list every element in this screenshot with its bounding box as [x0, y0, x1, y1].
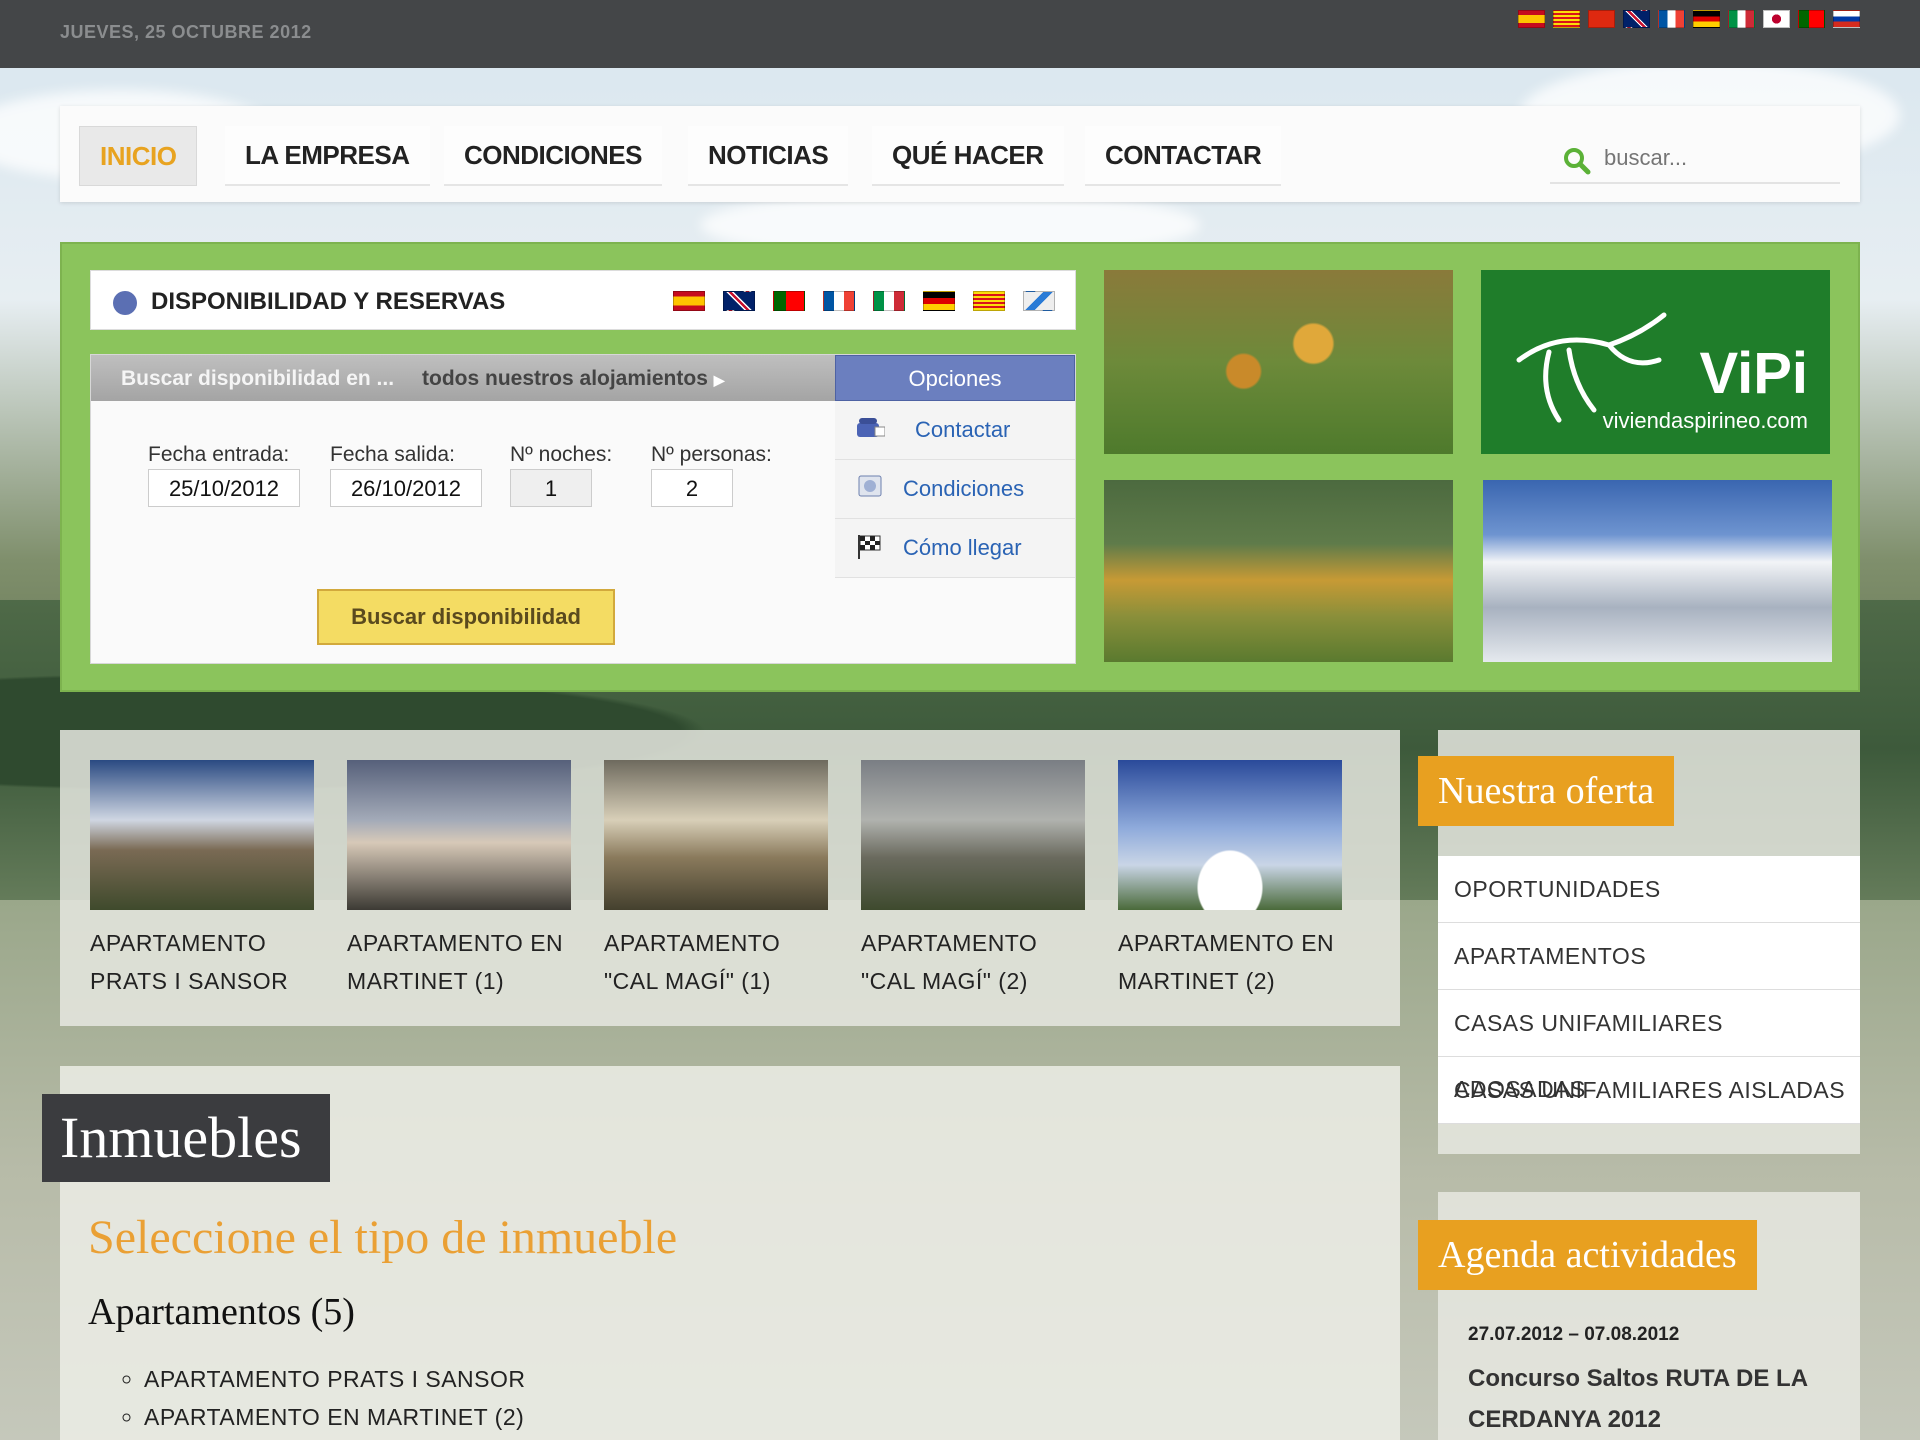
property-name: APARTAMENTO PRATS I SANSOR — [90, 930, 289, 994]
option-condiciones[interactable]: Condiciones — [835, 460, 1075, 519]
it-flag[interactable] — [1728, 10, 1755, 28]
guests-label: Nº personas: — [651, 443, 772, 466]
document-icon — [858, 475, 882, 497]
property-card[interactable]: APARTAMENTO EN MARTINET (2) — [1118, 760, 1342, 1000]
options-panel: Opciones Contactar Condiciones Cómo lleg… — [835, 355, 1075, 585]
search-icon — [1564, 148, 1591, 175]
nights-label: Nº noches: — [510, 443, 613, 466]
language-flags — [1518, 10, 1860, 28]
search-scope-bar[interactable]: Buscar disponibilidad en ... todos nuest… — [91, 355, 835, 401]
offer-title: Nuestra oferta — [1418, 756, 1675, 826]
property-photo — [90, 760, 314, 910]
autumn-branch-photo — [1104, 270, 1453, 454]
es-flag[interactable] — [1518, 10, 1545, 28]
nav-condiciones[interactable]: CONDICIONES — [444, 126, 662, 186]
availability-title: DISPONIBILIDAD Y RESERVAS — [151, 288, 506, 315]
search-box — [1550, 136, 1840, 184]
check-out-label: Fecha salida: — [330, 443, 455, 466]
checkered-flag-icon — [858, 535, 881, 559]
search-availability-button[interactable]: Buscar disponibilidad — [317, 589, 615, 645]
property-photo — [604, 760, 828, 910]
pt-flag[interactable] — [773, 291, 805, 311]
de-flag[interactable] — [923, 291, 955, 311]
property-name: APARTAMENTO EN MARTINET (1) — [347, 930, 564, 994]
ca-flag[interactable] — [973, 291, 1005, 311]
property-name: APARTAMENTO "CAL MAGÍ" (2) — [861, 930, 1038, 994]
list-item[interactable]: APARTAMENTO EN MARTINET (2) — [144, 1398, 526, 1436]
option-como-llegar-label: Cómo llegar — [903, 535, 1022, 560]
offer-sidebar: Nuestra oferta OPORTUNIDADES APARTAMENTO… — [1418, 730, 1860, 1154]
it-flag[interactable] — [873, 291, 905, 311]
snowy-mountain-photo — [1483, 480, 1832, 662]
mountain-forest-photo — [1104, 480, 1453, 662]
jp-flag[interactable] — [1763, 10, 1790, 28]
offer-item-apartamentos[interactable]: APARTAMENTOS — [1438, 923, 1860, 990]
uk-flag[interactable] — [723, 291, 755, 311]
es-flag[interactable] — [673, 291, 705, 311]
nav-que-hacer[interactable]: QUÉ HACER — [872, 126, 1064, 186]
property-photo — [347, 760, 571, 910]
list-item[interactable]: APARTAMENTO PRATS I SANSOR — [144, 1360, 526, 1398]
property-card[interactable]: APARTAMENTO EN MARTINET (1) — [347, 760, 571, 1000]
apartments-list: APARTAMENTO PRATS I SANSOR APARTAMENTO E… — [118, 1360, 526, 1436]
apartments-group-heading[interactable]: Apartamentos (5) — [88, 1290, 355, 1334]
phone-icon — [857, 418, 885, 437]
de-flag[interactable] — [1693, 10, 1720, 28]
fr-flag[interactable] — [823, 291, 855, 311]
current-date: JUEVES, 25 OCTUBRE 2012 — [60, 22, 312, 42]
agenda-event-link[interactable]: Concurso Saltos RUTA DE LA CERDANYA 2012 — [1468, 1358, 1828, 1440]
logo-text: ViPi — [1699, 341, 1808, 406]
availability-form: Buscar disponibilidad en ... todos nuest… — [90, 354, 1076, 664]
bullet-icon — [113, 291, 137, 315]
options-title: Opciones — [835, 355, 1075, 401]
availability-header: DISPONIBILIDAD Y RESERVAS — [90, 270, 1076, 330]
property-name: APARTAMENTO EN MARTINET (2) — [1118, 930, 1335, 994]
offer-item-aisladas[interactable]: CASAS UNIFAMILIARES AISLADAS — [1438, 1057, 1860, 1124]
agenda-sidebar: Agenda actividades 27.07.2012 – 07.08.20… — [1418, 1192, 1860, 1440]
nights-field[interactable]: 1 — [510, 469, 592, 507]
main-nav: INICIO LA EMPRESA CONDICIONES NOTICIAS Q… — [60, 106, 1860, 202]
uk-flag[interactable] — [1623, 10, 1650, 28]
pt-flag[interactable] — [1798, 10, 1825, 28]
option-contactar[interactable]: Contactar — [835, 401, 1075, 460]
nav-noticias[interactable]: NOTICIAS — [688, 126, 849, 186]
section-title: Inmuebles — [42, 1094, 330, 1182]
search-input[interactable] — [1602, 144, 1826, 172]
option-contactar-label: Contactar — [915, 417, 1011, 442]
agenda-date: 27.07.2012 – 07.08.2012 — [1468, 1324, 1680, 1345]
nav-la-empresa[interactable]: LA EMPRESA — [225, 126, 430, 186]
check-out-field[interactable]: 26/10/2012 — [330, 469, 482, 507]
property-photo — [861, 760, 1085, 910]
property-photo — [1118, 760, 1342, 910]
property-card[interactable]: APARTAMENTO PRATS I SANSOR — [90, 760, 314, 1000]
ca-flag[interactable] — [1553, 10, 1580, 28]
vipi-logo[interactable]: ViPi viviendaspirineo.com — [1481, 270, 1830, 454]
offer-item-adosadas[interactable]: CASAS UNIFAMILIARES ADOSADAS — [1438, 990, 1860, 1102]
arrow-right-icon: ▶ — [713, 372, 725, 388]
option-como-llegar[interactable]: Cómo llegar — [835, 519, 1075, 578]
search-scope-value[interactable]: todos nuestros alojamientos ▶ — [422, 367, 725, 391]
property-card[interactable]: APARTAMENTO "CAL MAGÍ" (1) — [604, 760, 828, 1000]
check-in-label: Fecha entrada: — [148, 443, 290, 466]
featured-properties: APARTAMENTO PRATS I SANSOR APARTAMENTO E… — [60, 730, 1400, 1026]
search-scope-label: Buscar disponibilidad en ... — [121, 367, 395, 390]
availability-language-flags — [673, 291, 1055, 311]
other-flag[interactable] — [1023, 291, 1055, 311]
property-name: APARTAMENTO "CAL MAGÍ" (1) — [604, 930, 781, 994]
guests-field[interactable]: 2 — [651, 469, 733, 507]
nav-inicio[interactable]: INICIO — [79, 126, 198, 186]
property-type-heading: Seleccione el tipo de inmueble — [88, 1211, 678, 1264]
cn-flag[interactable] — [1588, 10, 1615, 28]
option-condiciones-label: Condiciones — [903, 476, 1025, 501]
logo-url: viviendaspirineo.com — [1602, 408, 1808, 433]
ru-flag[interactable] — [1833, 10, 1860, 28]
agenda-title: Agenda actividades — [1418, 1220, 1757, 1290]
fr-flag[interactable] — [1658, 10, 1685, 28]
offer-item-oportunidades[interactable]: OPORTUNIDADES — [1438, 856, 1860, 923]
offer-list: OPORTUNIDADES APARTAMENTOS CASAS UNIFAMI… — [1438, 856, 1860, 1124]
check-in-field[interactable]: 25/10/2012 — [148, 469, 300, 507]
nav-contactar[interactable]: CONTACTAR — [1085, 126, 1282, 186]
property-card[interactable]: APARTAMENTO "CAL MAGÍ" (2) — [861, 760, 1085, 1000]
